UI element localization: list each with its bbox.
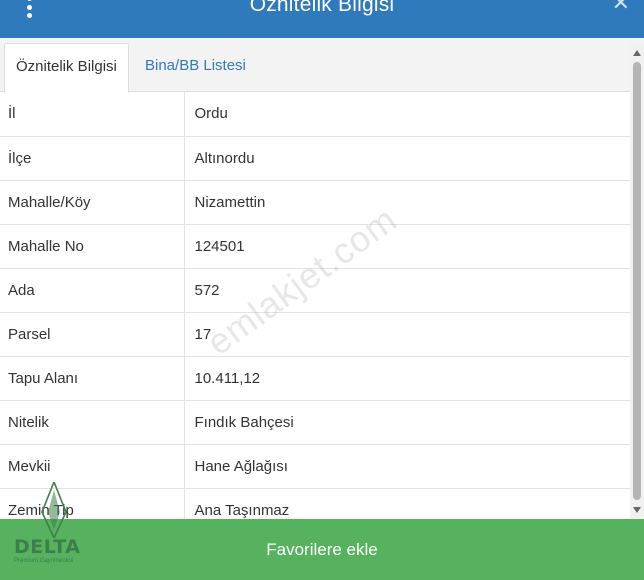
row-value: Ana Taşınmaz xyxy=(184,488,630,519)
row-value: 572 xyxy=(184,268,630,313)
row-label: Zemin Tip xyxy=(0,488,185,519)
table-row: İlçe Altınordu xyxy=(0,136,630,181)
row-value: Altınordu xyxy=(184,136,630,181)
add-to-favorites-button[interactable]: Favorilere ekle xyxy=(0,519,644,580)
row-label: Tapu Alanı xyxy=(0,356,185,401)
row-label: Mahalle No xyxy=(0,224,185,269)
dialog-header: Öznitelik Bilgisi ✕ xyxy=(0,0,644,38)
scroll-down-arrow-icon[interactable] xyxy=(633,507,641,513)
row-value: Ordu xyxy=(184,92,630,137)
row-label: İlçe xyxy=(0,136,185,181)
table-row: İl Ordu xyxy=(0,92,630,137)
table-row: Zemin Tip Ana Taşınmaz xyxy=(0,488,630,519)
row-value: 10.411,12 xyxy=(184,356,630,401)
table-row: Nitelik Fındık Bahçesi xyxy=(0,400,630,445)
row-value: Hane Ağlağısı xyxy=(184,444,630,489)
table-row: Mevkii Hane Ağlağısı xyxy=(0,444,630,489)
table-row: Tapu Alanı 10.411,12 xyxy=(0,356,630,401)
dialog-title: Öznitelik Bilgisi xyxy=(249,0,395,16)
row-label: İl xyxy=(0,92,185,137)
row-label: Ada xyxy=(0,268,185,313)
tab-bina-bb-listesi[interactable]: Bina/BB Listesi xyxy=(134,43,257,93)
table-row: Ada 572 xyxy=(0,268,630,313)
scrollbar-thumb[interactable] xyxy=(633,62,641,500)
table-row: Mahalle/Köy Nizamettin xyxy=(0,180,630,225)
table-row: Mahalle No 124501 xyxy=(0,224,630,269)
row-label: Nitelik xyxy=(0,400,185,445)
tab-bar: Öznitelik Bilgisi Bina/BB Listesi xyxy=(0,38,644,93)
attribute-table-container: İl Ordu İlçe Altınordu Mahalle/Köy Nizam… xyxy=(0,92,630,519)
row-value: Nizamettin xyxy=(184,180,630,225)
tab-oznitelik-bilgisi[interactable]: Öznitelik Bilgisi xyxy=(4,43,129,93)
scroll-up-arrow-icon[interactable] xyxy=(633,50,641,56)
table-row: Parsel 17 xyxy=(0,312,630,357)
vertical-scrollbar[interactable] xyxy=(630,44,644,519)
close-icon[interactable]: ✕ xyxy=(612,0,630,14)
row-value: 17 xyxy=(184,312,630,357)
row-value: Fındık Bahçesi xyxy=(184,400,630,445)
row-label: Mahalle/Köy xyxy=(0,180,185,225)
row-label: Mevkii xyxy=(0,444,185,489)
row-value: 124501 xyxy=(184,224,630,269)
attribute-table: İl Ordu İlçe Altınordu Mahalle/Köy Nizam… xyxy=(0,92,630,519)
row-label: Parsel xyxy=(0,312,185,357)
